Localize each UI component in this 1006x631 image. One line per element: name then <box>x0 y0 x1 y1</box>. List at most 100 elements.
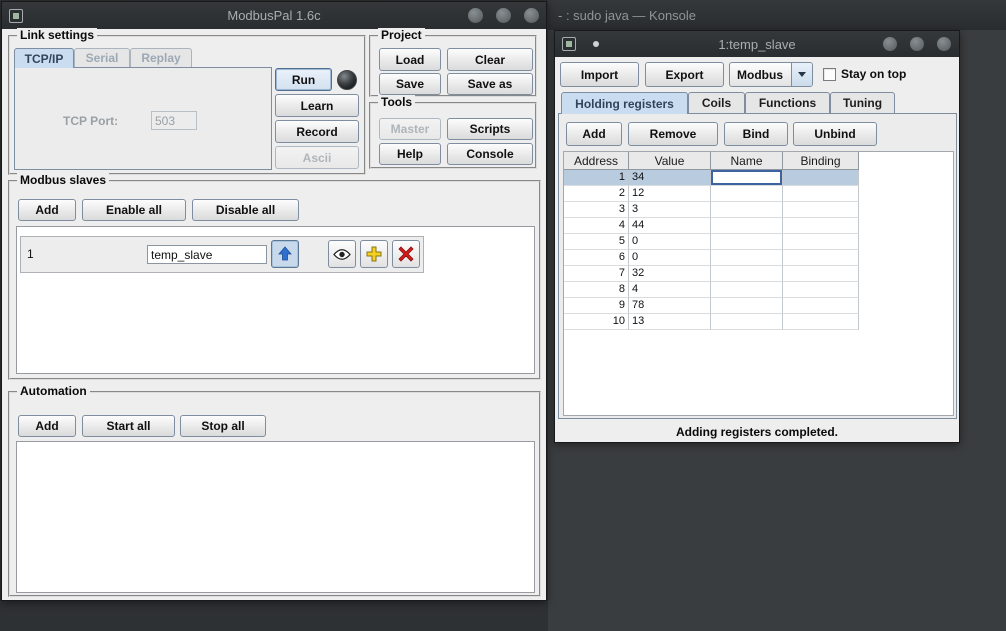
cell-value[interactable]: 0 <box>629 234 711 250</box>
cell-address[interactable]: 6 <box>564 250 629 266</box>
stay-on-top-checkbox[interactable] <box>823 68 836 81</box>
scripts-button[interactable]: Scripts <box>447 118 533 140</box>
cell-name[interactable] <box>711 266 783 282</box>
cell-name[interactable] <box>711 314 783 330</box>
cell-address[interactable]: 3 <box>564 202 629 218</box>
table-row[interactable]: 6 0 <box>564 250 953 266</box>
slave-maximize-button[interactable] <box>910 37 924 51</box>
tab-functions[interactable]: Functions <box>745 92 830 113</box>
table-row[interactable]: 5 0 <box>564 234 953 250</box>
table-row[interactable]: 10 13 <box>564 314 953 330</box>
help-button[interactable]: Help <box>379 143 441 165</box>
tab-replay[interactable]: Replay <box>130 48 192 67</box>
cell-name[interactable] <box>711 170 783 186</box>
cell-value[interactable]: 3 <box>629 202 711 218</box>
cell-name[interactable] <box>711 202 783 218</box>
slave-close-button[interactable] <box>937 37 951 51</box>
unbind-button[interactable]: Unbind <box>793 122 877 146</box>
cell-binding[interactable] <box>783 170 859 186</box>
disable-all-button[interactable]: Disable all <box>192 199 299 221</box>
registers-add-button[interactable]: Add <box>566 122 622 146</box>
save-button[interactable]: Save <box>379 73 441 95</box>
table-row[interactable]: 3 3 <box>564 202 953 218</box>
slave-toggle-button[interactable] <box>271 240 299 268</box>
cell-binding[interactable] <box>783 234 859 250</box>
run-button[interactable]: Run <box>275 68 332 91</box>
ascii-button[interactable]: Ascii <box>275 146 359 169</box>
tab-serial[interactable]: Serial <box>74 48 130 67</box>
slave-titlebar[interactable]: 1:temp_slave <box>555 31 959 57</box>
cell-name[interactable] <box>711 298 783 314</box>
console-button[interactable]: Console <box>447 143 533 165</box>
cell-name[interactable] <box>711 234 783 250</box>
record-button[interactable]: Record <box>275 120 359 143</box>
cell-binding[interactable] <box>783 186 859 202</box>
table-row[interactable]: 7 32 <box>564 266 953 282</box>
tab-holding-registers[interactable]: Holding registers <box>561 92 688 114</box>
stop-all-button[interactable]: Stop all <box>180 415 266 437</box>
cell-value[interactable]: 4 <box>629 282 711 298</box>
start-all-button[interactable]: Start all <box>82 415 175 437</box>
cell-value[interactable]: 34 <box>629 170 711 186</box>
cell-address[interactable]: 2 <box>564 186 629 202</box>
automation-add-button[interactable]: Add <box>18 415 76 437</box>
cell-binding[interactable] <box>783 250 859 266</box>
export-button[interactable]: Export <box>645 62 724 87</box>
learn-button[interactable]: Learn <box>275 94 359 117</box>
cell-binding[interactable] <box>783 282 859 298</box>
tab-tcpip[interactable]: TCP/IP <box>14 48 74 68</box>
cell-address[interactable]: 9 <box>564 298 629 314</box>
cell-name[interactable] <box>711 218 783 234</box>
table-row[interactable]: 2 12 <box>564 186 953 202</box>
cell-address[interactable]: 5 <box>564 234 629 250</box>
import-button[interactable]: Import <box>560 62 639 87</box>
cell-value[interactable]: 0 <box>629 250 711 266</box>
slave-name-input[interactable] <box>147 245 267 264</box>
cell-value[interactable]: 12 <box>629 186 711 202</box>
modbuspal-titlebar[interactable]: ModbusPal 1.6c <box>2 2 546 29</box>
clear-button[interactable]: Clear <box>447 48 533 71</box>
cell-name[interactable] <box>711 282 783 298</box>
cell-binding[interactable] <box>783 202 859 218</box>
column-header-value[interactable]: Value <box>629 152 711 170</box>
table-row[interactable]: 1 34 <box>564 170 953 186</box>
cell-binding[interactable] <box>783 314 859 330</box>
cell-address[interactable]: 1 <box>564 170 629 186</box>
maximize-button[interactable] <box>496 8 511 23</box>
table-row[interactable]: 8 4 <box>564 282 953 298</box>
modbus-combobox[interactable]: Modbus <box>729 62 813 87</box>
cell-binding[interactable] <box>783 218 859 234</box>
cell-address[interactable]: 7 <box>564 266 629 282</box>
load-button[interactable]: Load <box>379 48 441 71</box>
slave-delete-button[interactable] <box>392 240 420 268</box>
cell-name[interactable] <box>711 250 783 266</box>
minimize-button[interactable] <box>468 8 483 23</box>
slaves-add-button[interactable]: Add <box>18 199 76 221</box>
bind-button[interactable]: Bind <box>724 122 788 146</box>
cell-name[interactable] <box>711 186 783 202</box>
cell-value[interactable]: 32 <box>629 266 711 282</box>
slave-eye-button[interactable] <box>328 240 356 268</box>
konsole-titlebar[interactable]: - : sudo java — Konsole <box>548 0 1006 30</box>
column-header-binding[interactable]: Binding <box>783 152 859 170</box>
cell-value[interactable]: 13 <box>629 314 711 330</box>
column-header-address[interactable]: Address <box>564 152 629 170</box>
cell-address[interactable]: 4 <box>564 218 629 234</box>
slave-plus-button[interactable] <box>360 240 388 268</box>
tab-coils[interactable]: Coils <box>688 92 745 113</box>
column-header-name[interactable]: Name <box>711 152 783 170</box>
tcp-port-input[interactable] <box>151 111 197 130</box>
cell-binding[interactable] <box>783 266 859 282</box>
enable-all-button[interactable]: Enable all <box>82 199 186 221</box>
close-button[interactable] <box>524 8 539 23</box>
remove-button[interactable]: Remove <box>628 122 718 146</box>
tab-tuning[interactable]: Tuning <box>830 92 895 113</box>
cell-value[interactable]: 44 <box>629 218 711 234</box>
slave-row[interactable]: 1 <box>20 236 424 273</box>
slave-minimize-button[interactable] <box>883 37 897 51</box>
table-row[interactable]: 9 78 <box>564 298 953 314</box>
cell-binding[interactable] <box>783 298 859 314</box>
cell-address[interactable]: 8 <box>564 282 629 298</box>
combo-arrow-button[interactable] <box>791 63 812 86</box>
cell-address[interactable]: 10 <box>564 314 629 330</box>
